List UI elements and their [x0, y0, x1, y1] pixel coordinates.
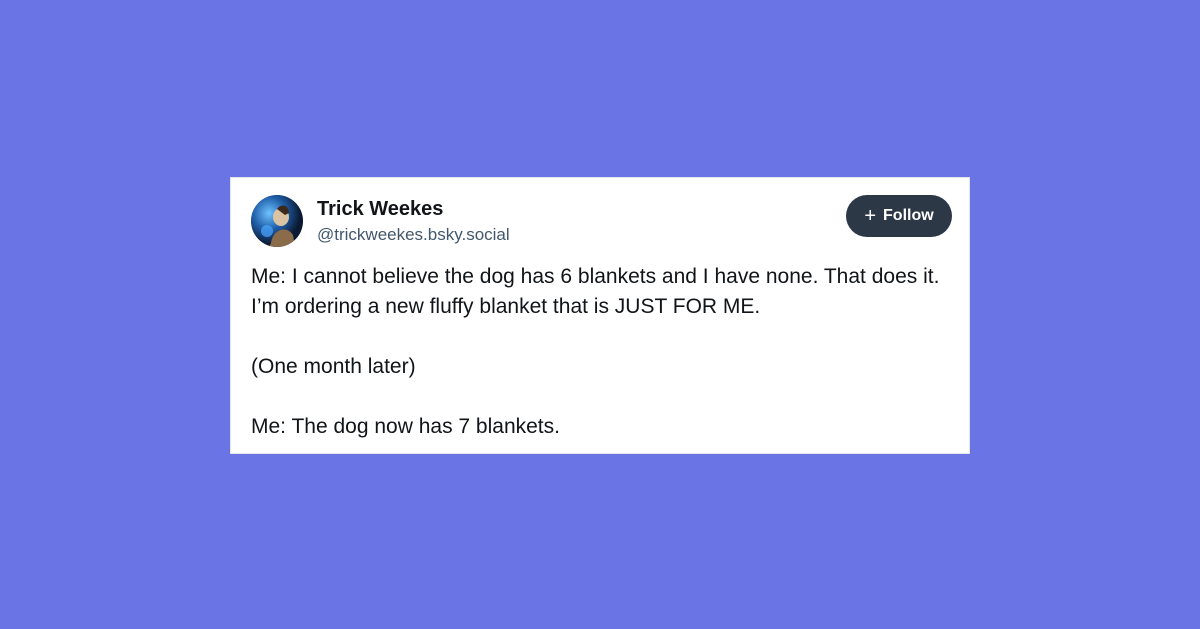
follow-button-label: Follow [883, 207, 934, 224]
post-text: Me: I cannot believe the dog has 6 blank… [251, 262, 956, 442]
avatar[interactable] [251, 195, 303, 247]
post-paragraph: Me: The dog now has 7 blankets. [251, 415, 560, 438]
post-card: Trick Weekes @trickweekes.bsky.social + … [230, 177, 970, 454]
follow-button[interactable]: + Follow [846, 195, 952, 237]
author-handle[interactable]: @trickweekes.bsky.social [317, 225, 510, 245]
author-display-name[interactable]: Trick Weekes [317, 198, 443, 221]
post-paragraph: Me: I cannot believe the dog has 6 blank… [251, 265, 940, 318]
plus-icon: + [864, 205, 877, 227]
post-paragraph: (One month later) [251, 355, 416, 378]
avatar-image [251, 195, 303, 247]
